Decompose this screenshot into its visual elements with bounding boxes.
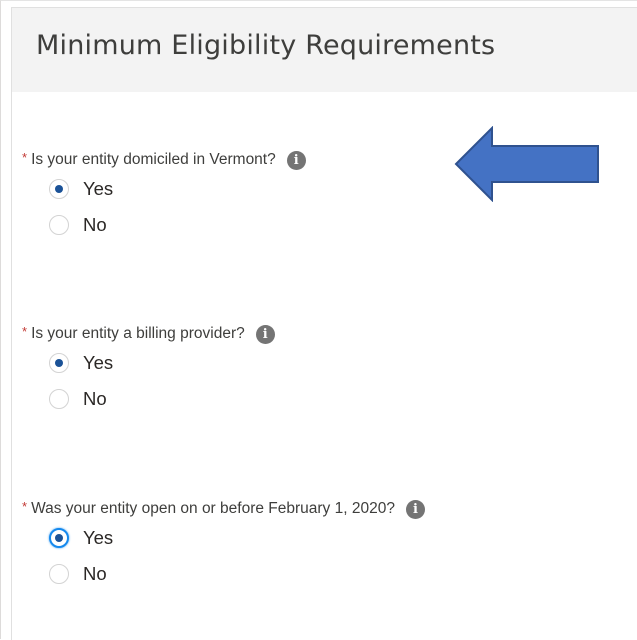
radio-option-no[interactable]: No bbox=[49, 556, 425, 592]
question-label: Is your entity domiciled in Vermont? bbox=[31, 151, 276, 168]
radio-label-no[interactable]: No bbox=[83, 388, 107, 410]
left-arrow-icon bbox=[454, 126, 599, 202]
radio-button-yes[interactable] bbox=[49, 353, 69, 373]
radio-button-no[interactable] bbox=[49, 215, 69, 235]
radio-button-yes[interactable] bbox=[49, 528, 69, 548]
radio-option-yes[interactable]: Yes bbox=[49, 345, 275, 381]
required-marker: * bbox=[22, 323, 28, 339]
question-label: Was your entity open on or before Februa… bbox=[31, 500, 395, 517]
required-marker: * bbox=[22, 149, 28, 165]
info-icon[interactable]: i bbox=[255, 324, 275, 344]
radio-option-yes[interactable]: Yes bbox=[49, 520, 425, 556]
radio-option-no[interactable]: No bbox=[49, 207, 306, 243]
card-header: Minimum Eligibility Requirements bbox=[11, 7, 637, 92]
card-title: Minimum Eligibility Requirements bbox=[36, 30, 496, 61]
question-label: Is your entity a billing provider? bbox=[31, 325, 245, 342]
radio-option-yes[interactable]: Yes bbox=[49, 171, 306, 207]
radio-button-no[interactable] bbox=[49, 389, 69, 409]
question-domiciled-vermont: * Is your entity domiciled in Vermont? i… bbox=[22, 149, 306, 243]
radio-label-yes[interactable]: Yes bbox=[83, 352, 113, 374]
radio-button-no[interactable] bbox=[49, 564, 69, 584]
question-open-before-feb-2020: * Was your entity open on or before Febr… bbox=[22, 498, 425, 592]
question-billing-provider: * Is your entity a billing provider? i Y… bbox=[22, 323, 275, 417]
radio-label-no[interactable]: No bbox=[83, 214, 107, 236]
info-icon[interactable]: i bbox=[405, 499, 425, 519]
required-marker: * bbox=[22, 498, 28, 514]
content-divider bbox=[11, 92, 12, 640]
question-label-row: * Is your entity a billing provider? i bbox=[22, 323, 275, 345]
radio-label-yes[interactable]: Yes bbox=[83, 178, 113, 200]
radio-option-no[interactable]: No bbox=[49, 381, 275, 417]
radio-button-yes[interactable] bbox=[49, 179, 69, 199]
question-label-row: * Was your entity open on or before Febr… bbox=[22, 498, 425, 520]
radio-label-yes[interactable]: Yes bbox=[83, 527, 113, 549]
info-icon[interactable]: i bbox=[286, 150, 306, 170]
radio-label-no[interactable]: No bbox=[83, 563, 107, 585]
question-label-row: * Is your entity domiciled in Vermont? i bbox=[22, 149, 306, 171]
eligibility-form-panel: Minimum Eligibility Requirements * Is yo… bbox=[0, 0, 637, 640]
